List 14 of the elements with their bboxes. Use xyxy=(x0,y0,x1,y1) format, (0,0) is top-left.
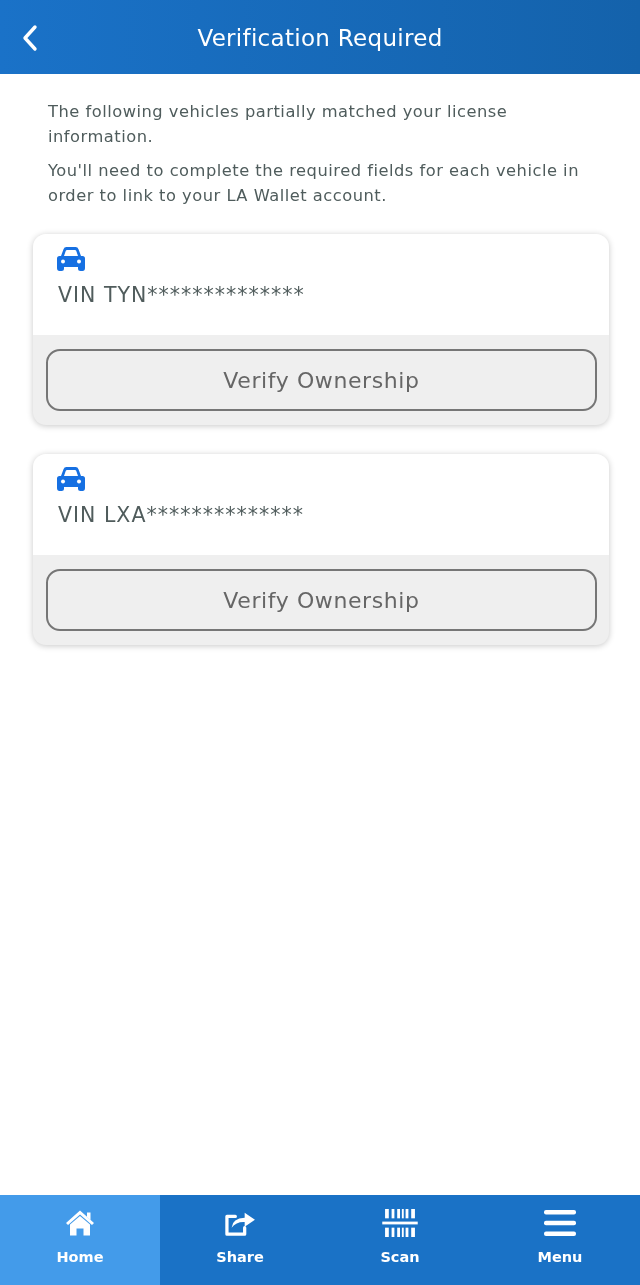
intro-paragraph: You'll need to complete the required fields for each vehicle in order to link to your LA Wallet account. xyxy=(48,160,580,207)
screen-title: Verification Required xyxy=(197,24,443,51)
barcode-scan-icon xyxy=(381,1209,419,1237)
vin-text: VIN LXA************** xyxy=(58,503,305,527)
vin-text: VIN TYN************** xyxy=(58,283,306,307)
verify-ownership-button[interactable]: Verify Ownership xyxy=(46,349,597,411)
verify-ownership-button[interactable]: Verify Ownership xyxy=(46,569,597,631)
intro-paragraph: The following vehicles partially matched your license information. xyxy=(48,101,509,148)
nav-tab[interactable]: Home xyxy=(0,1195,160,1285)
home-icon xyxy=(65,1209,95,1237)
car-icon xyxy=(57,247,85,271)
car-icon xyxy=(57,467,85,491)
menu-icon xyxy=(544,1209,576,1237)
back-chevron-icon xyxy=(22,24,38,52)
